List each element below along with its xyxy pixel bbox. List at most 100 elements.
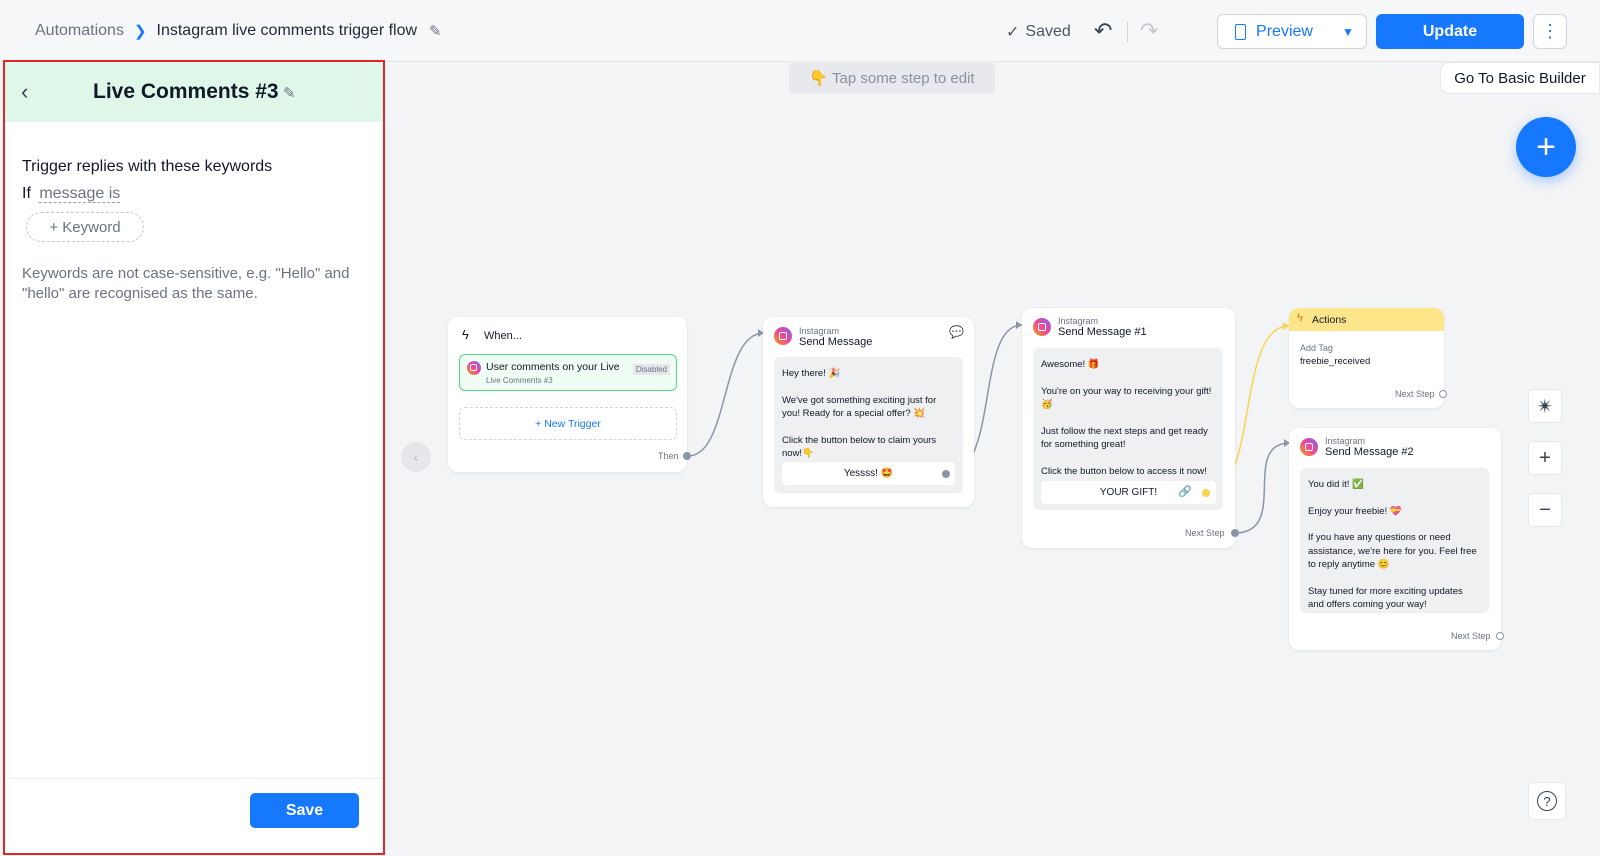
message-line [1308,518,1481,531]
platform-label: Instagram [1058,316,1099,326]
next-step-label: Next Step [1451,631,1491,641]
if-label: If [22,185,31,202]
magic-wand-icon[interactable]: ✴ [1528,389,1562,423]
action-value: freebie_received [1300,356,1371,367]
message-line [1041,452,1215,465]
platform-label: Instagram [799,326,840,336]
next-step-label: Next Step [1185,528,1225,538]
collapse-panel-chevron-left-icon[interactable]: ‹ [401,442,431,472]
panel-title: Live Comments #3 [93,80,279,103]
edit-trigger-name-pencil-icon[interactable]: ✎ [283,84,296,102]
message-line: Awesome! 🎁 [1041,359,1100,370]
platform-label: Instagram [1325,436,1366,446]
next-step-port[interactable] [1231,529,1239,537]
message-line: Enjoy your freebie! 💝 [1308,505,1402,517]
message-button[interactable]: Yessss! 🤩 [782,462,955,485]
next-step-port[interactable] [1439,390,1447,398]
message-line: You're on your way to receiving your gif… [1041,385,1212,411]
message-line [1041,372,1215,385]
message-line [782,421,955,434]
connector-msg1-to-msg2 [1234,442,1291,534]
keyword-help-text: Keywords are not case-sensitive, e.g. "H… [22,265,350,302]
add-step-plus-icon[interactable]: + [1516,117,1576,177]
trigger-card-title: When... [484,330,522,342]
trigger-card[interactable]: ϟ When... User comments on your Live Liv… [448,317,691,472]
gift-button[interactable]: YOUR GIFT! 🔗 [1041,481,1216,504]
message-line: If you have any questions or need assist… [1308,532,1477,570]
help-button[interactable]: ? [1528,782,1566,820]
trigger-item-sub: Live Comments #3 [486,376,553,385]
more-options-vertical-dots-icon[interactable]: ⋮ [1533,14,1567,49]
chevron-left-icon[interactable]: ‹ [21,79,28,105]
flow-title: Instagram live comments trigger flow [156,22,418,39]
preview-label: Preview [1256,22,1313,40]
add-keyword-button[interactable]: + Keyword [26,212,144,242]
preview-dropdown-chevron-down-icon[interactable]: ▼ [1330,14,1367,49]
instagram-icon [774,327,792,345]
next-step-port[interactable] [1496,632,1504,640]
message-line [782,381,955,394]
card-title: Send Message #1 [1058,326,1147,338]
condition-operator-select[interactable]: message is [39,185,121,203]
actions-title: Actions [1312,314,1347,326]
redo-icon[interactable]: ↷ [1140,18,1158,44]
then-port[interactable] [683,452,691,460]
condition-row: If message is [22,185,121,203]
gift-button-label: YOUR GIFT! [1099,487,1158,498]
link-icon: 🔗 [1178,486,1192,498]
trigger-settings-panel: ‹ Live Comments #3 ✎ Trigger replies wit… [3,60,385,855]
chat-bubble-icon: 💬 [949,325,964,339]
card-title: Send Message [799,336,873,348]
instagram-icon [1300,438,1318,456]
message-line [1308,572,1481,585]
actions-header: ϟ Actions [1289,308,1444,331]
edit-title-pencil-icon[interactable]: ✎ [429,22,442,40]
check-icon: ✓ [1006,24,1020,41]
button-port[interactable] [942,470,950,478]
actions-card[interactable]: ϟ Actions Add Tag freebie_received Next … [1289,308,1447,408]
send-message-card[interactable]: Instagram Send Message 💬 Hey there! 🎉 We… [763,317,974,507]
breadcrumb-automations-link[interactable]: Automations [35,22,124,40]
update-button[interactable]: Update [1376,14,1524,49]
message-line: Stay tuned for more exciting updates and… [1308,585,1463,611]
panel-footer: Save [5,778,383,853]
lightning-icon: ϟ [1297,312,1303,324]
next-step-label: Next Step [1395,389,1435,399]
mobile-phone-icon [1235,23,1247,40]
toolbar-divider [1127,22,1128,42]
trigger-item[interactable]: User comments on your Live Live Comments… [459,354,677,391]
save-button[interactable]: Save [250,793,359,828]
top-bar: Automations ❯ Instagram live comments tr… [0,0,1600,62]
message-line [1041,412,1215,425]
breadcrumb: Automations ❯ Instagram live comments tr… [35,22,442,40]
panel-header: ‹ Live Comments #3 ✎ [5,62,383,122]
gift-button-port[interactable] [1202,489,1210,497]
trigger-keywords-label: Trigger replies with these keywords [22,158,273,175]
then-label: Then [658,451,679,461]
message-line: Hey there! 🎉 [782,368,841,379]
saved-status: ✓ Saved [1006,22,1071,42]
send-message-2-card[interactable]: Instagram Send Message #2 You did it! ✅ … [1289,428,1504,650]
message-line: We've got something exciting just for yo… [782,394,937,420]
chevron-right-icon: ❯ [133,23,147,40]
lightning-icon: ϟ [462,327,469,342]
action-label: Add Tag [1300,343,1333,353]
message-line: Click the button below to access it now! [1041,465,1207,477]
disabled-badge: Disabled [632,364,670,375]
preview-button[interactable]: Preview [1217,14,1331,49]
instagram-icon [467,361,481,375]
trigger-item-title: User comments on your Live [486,361,620,373]
message-line: Click the button below to claim yours no… [782,434,937,460]
new-trigger-button[interactable]: + New Trigger [459,407,677,440]
zoom-in-plus-icon[interactable]: + [1528,441,1562,475]
message-line: Just follow the next steps and get ready… [1041,425,1208,451]
connector-trigger-to-msg [687,332,765,457]
zoom-out-minus-icon[interactable]: − [1528,493,1562,527]
instagram-icon [1033,318,1051,336]
send-message-1-card[interactable]: Instagram Send Message #1 Awesome! 🎁 You… [1022,308,1239,548]
question-mark-icon: ? [1537,791,1557,811]
go-to-basic-builder-button[interactable]: Go To Basic Builder [1440,62,1600,94]
undo-icon[interactable]: ↶ [1094,18,1112,44]
message-line: You did it! ✅ [1308,479,1364,490]
saved-label: Saved [1025,23,1071,40]
